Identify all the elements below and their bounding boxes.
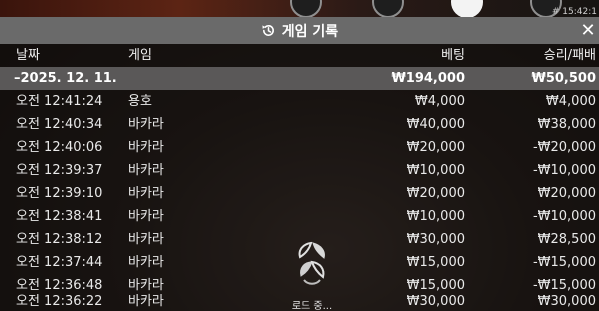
- clock-text: # 15:42:1: [551, 7, 597, 17]
- history-panel-header: 게임 기록 ✕: [0, 17, 599, 44]
- row-bet: ₩20,000: [406, 140, 465, 155]
- row-bet: ₩40,000: [406, 117, 465, 132]
- group-date: –2025. 12. 11.: [14, 71, 117, 86]
- table-row[interactable]: 오전 12:40:06 바카라 ₩20,000 -₩20,000: [0, 136, 599, 159]
- row-time: 오전 12:41:24: [16, 94, 103, 109]
- group-bet-total: ₩194,000: [391, 71, 465, 86]
- row-time: 오전 12:39:37: [16, 163, 103, 178]
- group-result-total: ₩50,500: [531, 71, 596, 86]
- title-group: 게임 기록: [261, 21, 338, 41]
- row-bet: ₩20,000: [406, 186, 465, 201]
- row-time: 오전 12:39:10: [16, 186, 103, 201]
- row-result: -₩10,000: [532, 163, 596, 178]
- column-bet: 베팅: [441, 48, 465, 63]
- row-bet: ₩10,000: [406, 163, 465, 178]
- row-time: 오전 12:40:06: [16, 140, 103, 155]
- row-bet: ₩15,000: [406, 255, 465, 270]
- loading-text: 로드 중...: [291, 301, 333, 311]
- table-row[interactable]: 오전 12:38:41 바카라 ₩10,000 -₩10,000: [0, 205, 599, 228]
- close-button[interactable]: ✕: [579, 19, 597, 41]
- table-row[interactable]: 오전 12:41:24 용호 ₩4,000 ₩4,000: [0, 90, 599, 113]
- row-time: 오전 12:40:34: [16, 117, 103, 132]
- row-bet: ₩4,000: [414, 94, 465, 109]
- row-game: 바카라: [128, 255, 164, 270]
- row-result: -₩15,000: [532, 255, 596, 270]
- row-game: 바카라: [128, 209, 164, 224]
- row-result: -₩10,000: [532, 209, 596, 224]
- row-time: 오전 12:37:44: [16, 255, 103, 270]
- row-game: 바카라: [128, 140, 164, 155]
- row-result: -₩20,000: [532, 140, 596, 155]
- row-result: ₩4,000: [545, 94, 596, 109]
- table-row[interactable]: 오전 12:40:34 바카라 ₩40,000 ₩38,000: [0, 113, 599, 136]
- row-result: ₩38,000: [537, 117, 596, 132]
- spinner-icon: [294, 240, 330, 292]
- column-date: 날짜: [16, 48, 40, 63]
- row-time: 오전 12:36:22: [16, 294, 103, 309]
- date-group-row[interactable]: –2025. 12. 11. ₩194,000 ₩50,500: [0, 67, 599, 90]
- history-icon: [261, 23, 276, 38]
- loading-indicator: 로드 중...: [272, 240, 352, 311]
- row-game: 용호: [128, 94, 152, 109]
- row-game: 바카라: [128, 232, 164, 247]
- row-bet: ₩10,000: [406, 209, 465, 224]
- row-result: ₩28,500: [537, 232, 596, 247]
- panel-title: 게임 기록: [281, 23, 339, 40]
- row-game: 바카라: [128, 186, 164, 201]
- close-icon: ✕: [580, 19, 596, 41]
- row-result: ₩30,000: [537, 294, 596, 309]
- table-header: 날짜 게임 베팅 승리/패배: [0, 44, 599, 67]
- row-bet: ₩30,000: [406, 294, 465, 309]
- row-bet: ₩30,000: [406, 232, 465, 247]
- table-row[interactable]: 오전 12:39:37 바카라 ₩10,000 -₩10,000: [0, 159, 599, 182]
- row-game: 바카라: [128, 163, 164, 178]
- column-game: 게임: [128, 48, 152, 63]
- row-game: 바카라: [128, 294, 164, 309]
- column-result: 승리/패배: [543, 48, 596, 63]
- row-result: ₩20,000: [537, 186, 596, 201]
- table-row[interactable]: 오전 12:39:10 바카라 ₩20,000 ₩20,000: [0, 182, 599, 205]
- row-time: 오전 12:38:12: [16, 232, 103, 247]
- row-time: 오전 12:38:41: [16, 209, 103, 224]
- row-game: 바카라: [128, 117, 164, 132]
